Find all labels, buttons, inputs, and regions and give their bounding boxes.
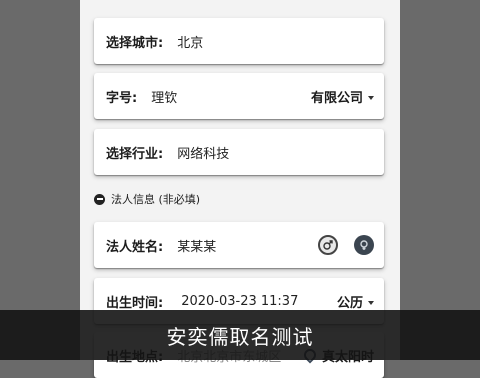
legal-name-value[interactable]: 某某某 — [177, 236, 216, 255]
legal-name-field[interactable]: 法人姓名: 某某某 — [94, 222, 384, 268]
industry-field[interactable]: 选择行业: 网络科技 — [94, 129, 384, 175]
name-label: 字号: — [106, 90, 138, 106]
caption-text: 安奕儒取名测试 — [166, 324, 314, 349]
caption-bar: 安奕儒取名测试 — [0, 310, 480, 360]
calendar-select[interactable]: 公历 — [337, 292, 374, 311]
city-value[interactable]: 北京 — [177, 32, 203, 51]
company-type-select[interactable]: 有限公司 — [311, 87, 374, 106]
birth-time-label: 出生时间: — [106, 295, 164, 311]
name-field[interactable]: 字号: 理钦 有限公司 — [94, 73, 384, 119]
chevron-down-icon — [368, 96, 374, 100]
legal-info-section-toggle[interactable]: 法人信息 (非必填) — [94, 191, 200, 207]
form-page: 选择城市: 北京 字号: 理钦 有限公司 选择行业: 网络科技 法人信息 (非必… — [80, 0, 400, 378]
chevron-down-icon — [368, 301, 374, 305]
male-icon[interactable] — [318, 235, 338, 255]
company-type-value: 有限公司 — [310, 90, 363, 106]
city-label: 选择城市: — [106, 35, 164, 51]
legal-name-label: 法人姓名: — [106, 239, 164, 255]
female-icon[interactable] — [354, 235, 374, 255]
name-value[interactable]: 理钦 — [151, 87, 177, 106]
section-title: 法人信息 (非必填) — [111, 193, 201, 206]
birth-time-value[interactable]: 2020-03-23 11:37 — [181, 294, 298, 309]
industry-label: 选择行业: — [106, 146, 164, 162]
collapse-icon[interactable] — [94, 193, 105, 205]
calendar-value: 公历 — [336, 295, 363, 311]
city-field[interactable]: 选择城市: 北京 — [94, 18, 384, 64]
industry-value[interactable]: 网络科技 — [177, 143, 229, 162]
